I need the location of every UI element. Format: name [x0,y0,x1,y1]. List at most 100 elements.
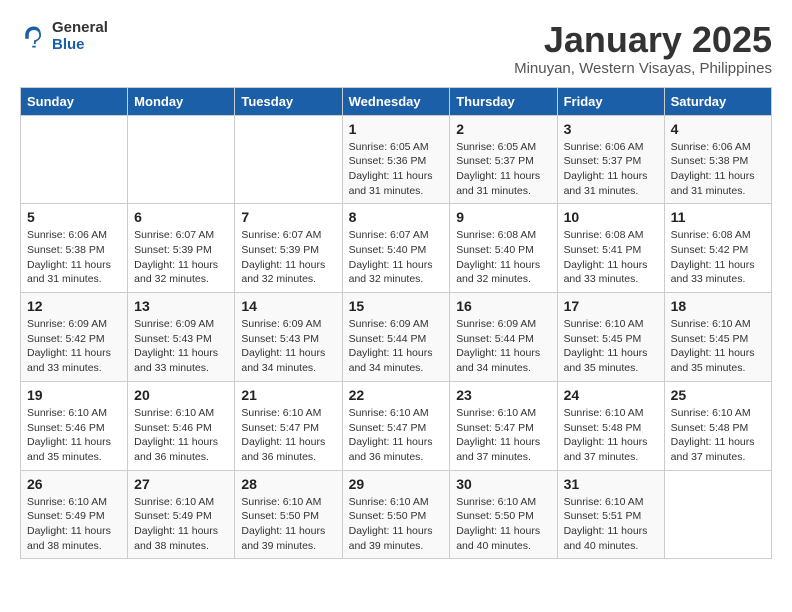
day-cell: 23 Sunrise: 6:10 AMSunset: 5:47 PMDayligh… [450,381,557,470]
day-number: 7 [241,209,335,225]
day-info: Sunrise: 6:10 AMSunset: 5:47 PMDaylight:… [349,406,444,465]
day-info: Sunrise: 6:09 AMSunset: 5:43 PMDaylight:… [134,317,228,376]
day-info: Sunrise: 6:08 AMSunset: 5:42 PMDaylight:… [671,228,765,287]
day-info: Sunrise: 6:07 AMSunset: 5:39 PMDaylight:… [241,228,335,287]
week-row-1: 1 Sunrise: 6:05 AMSunset: 5:36 PMDaylight… [21,115,772,204]
logo-blue: Blue [52,37,108,54]
day-cell: 21 Sunrise: 6:10 AMSunset: 5:47 PMDayligh… [235,381,342,470]
day-cell: 16 Sunrise: 6:09 AMSunset: 5:44 PMDayligh… [450,293,557,382]
day-info: Sunrise: 6:09 AMSunset: 5:43 PMDaylight:… [241,317,335,376]
weekday-header-sunday: Sunday [21,87,128,115]
day-info: Sunrise: 6:10 AMSunset: 5:50 PMDaylight:… [456,495,550,554]
day-cell: 4 Sunrise: 6:06 AMSunset: 5:38 PMDaylight… [664,115,771,204]
day-info: Sunrise: 6:10 AMSunset: 5:47 PMDaylight:… [456,406,550,465]
day-cell: 30Sunrise: 6:10 AMSunset: 5:50 PMDayligh… [450,470,557,559]
day-number: 4 [671,121,765,137]
day-info: Sunrise: 6:10 AMSunset: 5:47 PMDaylight:… [241,406,335,465]
day-cell: 18 Sunrise: 6:10 AMSunset: 5:45 PMDayligh… [664,293,771,382]
day-number: 8 [349,209,444,225]
day-number: 10 [564,209,658,225]
day-info: Sunrise: 6:10 AMSunset: 5:45 PMDaylight:… [564,317,658,376]
day-number: 20 [134,387,228,403]
day-cell: 13Sunrise: 6:09 AMSunset: 5:43 PMDayligh… [128,293,235,382]
day-number: 18 [671,298,765,314]
day-cell: 25Sunrise: 6:10 AMSunset: 5:48 PMDayligh… [664,381,771,470]
day-info: Sunrise: 6:10 AMSunset: 5:49 PMDaylight:… [134,495,228,554]
day-info: Sunrise: 6:10 AMSunset: 5:51 PMDaylight:… [564,495,658,554]
day-info: Sunrise: 6:07 AMSunset: 5:40 PMDaylight:… [349,228,444,287]
day-number: 23 [456,387,550,403]
day-cell: 27Sunrise: 6:10 AMSunset: 5:49 PMDayligh… [128,470,235,559]
title-block: January 2025 Minuyan, Western Visayas, P… [514,20,772,77]
day-number: 31 [564,476,658,492]
week-row-2: 5Sunrise: 6:06 AMSunset: 5:38 PMDaylight… [21,204,772,293]
day-number: 24 [564,387,658,403]
day-info: Sunrise: 6:09 AMSunset: 5:44 PMDaylight:… [349,317,444,376]
day-cell [128,115,235,204]
day-cell: 6 Sunrise: 6:07 AMSunset: 5:39 PMDaylight… [128,204,235,293]
weekday-header-friday: Friday [557,87,664,115]
week-row-5: 26 Sunrise: 6:10 AMSunset: 5:49 PMDayligh… [21,470,772,559]
day-cell: 1 Sunrise: 6:05 AMSunset: 5:36 PMDaylight… [342,115,450,204]
day-number: 28 [241,476,335,492]
logo-text: General Blue [52,20,108,53]
day-cell [235,115,342,204]
day-info: Sunrise: 6:08 AMSunset: 5:40 PMDaylight:… [456,228,550,287]
day-info: Sunrise: 6:10 AMSunset: 5:46 PMDaylight:… [134,406,228,465]
week-row-3: 12 Sunrise: 6:09 AMSunset: 5:42 PMDayligh… [21,293,772,382]
day-info: Sunrise: 6:10 AMSunset: 5:50 PMDaylight:… [349,495,444,554]
day-cell: 8 Sunrise: 6:07 AMSunset: 5:40 PMDaylight… [342,204,450,293]
calendar-title: January 2025 [514,20,772,60]
day-info: Sunrise: 6:06 AMSunset: 5:38 PMDaylight:… [671,140,765,199]
day-number: 11 [671,209,765,225]
day-number: 29 [349,476,444,492]
day-number: 16 [456,298,550,314]
day-number: 26 [27,476,121,492]
weekday-header-tuesday: Tuesday [235,87,342,115]
day-cell: 29 Sunrise: 6:10 AMSunset: 5:50 PMDayligh… [342,470,450,559]
day-info: Sunrise: 6:09 AMSunset: 5:44 PMDaylight:… [456,317,550,376]
day-info: Sunrise: 6:10 AMSunset: 5:50 PMDaylight:… [241,495,335,554]
day-info: Sunrise: 6:07 AMSunset: 5:39 PMDaylight:… [134,228,228,287]
day-number: 1 [349,121,444,137]
day-cell: 31 Sunrise: 6:10 AMSunset: 5:51 PMDayligh… [557,470,664,559]
day-cell: 12 Sunrise: 6:09 AMSunset: 5:42 PMDayligh… [21,293,128,382]
day-cell [664,470,771,559]
day-cell: 24Sunrise: 6:10 AMSunset: 5:48 PMDayligh… [557,381,664,470]
weekday-header-thursday: Thursday [450,87,557,115]
day-info: Sunrise: 6:05 AMSunset: 5:36 PMDaylight:… [349,140,444,199]
day-info: Sunrise: 6:06 AMSunset: 5:37 PMDaylight:… [564,140,658,199]
day-cell: 5Sunrise: 6:06 AMSunset: 5:38 PMDaylight… [21,204,128,293]
calendar-subtitle: Minuyan, Western Visayas, Philippines [514,60,772,77]
day-cell: 11 Sunrise: 6:08 AMSunset: 5:42 PMDayligh… [664,204,771,293]
day-cell: 15 Sunrise: 6:09 AMSunset: 5:44 PMDayligh… [342,293,450,382]
day-cell: 17Sunrise: 6:10 AMSunset: 5:45 PMDayligh… [557,293,664,382]
day-cell: 20 Sunrise: 6:10 AMSunset: 5:46 PMDayligh… [128,381,235,470]
day-cell: 2 Sunrise: 6:05 AMSunset: 5:37 PMDaylight… [450,115,557,204]
weekday-header-monday: Monday [128,87,235,115]
weekday-header-saturday: Saturday [664,87,771,115]
day-number: 14 [241,298,335,314]
day-info: Sunrise: 6:10 AMSunset: 5:45 PMDaylight:… [671,317,765,376]
day-number: 6 [134,209,228,225]
day-info: Sunrise: 6:09 AMSunset: 5:42 PMDaylight:… [27,317,121,376]
day-number: 25 [671,387,765,403]
day-cell: 3Sunrise: 6:06 AMSunset: 5:37 PMDaylight… [557,115,664,204]
page-header: General Blue January 2025 Minuyan, Weste… [20,20,772,77]
day-cell: 14 Sunrise: 6:09 AMSunset: 5:43 PMDayligh… [235,293,342,382]
day-info: Sunrise: 6:10 AMSunset: 5:49 PMDaylight:… [27,495,121,554]
logo: General Blue [20,20,108,53]
day-number: 2 [456,121,550,137]
week-row-4: 19 Sunrise: 6:10 AMSunset: 5:46 PMDayligh… [21,381,772,470]
day-cell: 10Sunrise: 6:08 AMSunset: 5:41 PMDayligh… [557,204,664,293]
day-cell [21,115,128,204]
day-cell: 26 Sunrise: 6:10 AMSunset: 5:49 PMDayligh… [21,470,128,559]
day-cell: 28 Sunrise: 6:10 AMSunset: 5:50 PMDayligh… [235,470,342,559]
day-number: 21 [241,387,335,403]
day-info: Sunrise: 6:10 AMSunset: 5:46 PMDaylight:… [27,406,121,465]
day-cell: 7 Sunrise: 6:07 AMSunset: 5:39 PMDaylight… [235,204,342,293]
day-number: 19 [27,387,121,403]
day-number: 15 [349,298,444,314]
day-info: Sunrise: 6:05 AMSunset: 5:37 PMDaylight:… [456,140,550,199]
day-number: 12 [27,298,121,314]
